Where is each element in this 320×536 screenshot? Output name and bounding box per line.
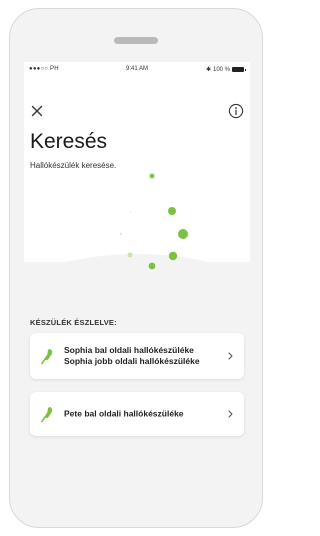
device-names: Pete bal oldali hallókészüléke: [64, 409, 184, 420]
hearing-aid-icon: [41, 407, 53, 423]
device-card[interactable]: Pete bal oldali hallókészüléke: [30, 392, 244, 436]
battery-status: ✱ 100 %: [205, 66, 246, 73]
chevron-right-icon: [228, 352, 233, 360]
hearing-aid-icon: [41, 349, 53, 365]
detected-devices-label: KÉSZÜLÉK ÉSZLELVE:: [30, 318, 117, 327]
phone-speaker: [114, 37, 158, 44]
device-card[interactable]: Sophia bal oldali hallókészüléke Sophia …: [30, 333, 244, 379]
page-title: Keresés: [30, 130, 108, 153]
phone-bottom-bezel: [10, 479, 262, 527]
page-subtitle: Hallókészülék keresése.: [30, 161, 117, 170]
device-name-right: Sophia jobb oldali hallókészüléke: [64, 356, 200, 366]
app-screen: ●●●○○ PH 9:41 AM ✱ 100 % Keresés Hallóké…: [24, 62, 250, 475]
status-bar: ●●●○○ PH 9:41 AM ✱ 100 %: [24, 62, 250, 76]
bluetooth-icon: ✱: [205, 67, 211, 73]
device-name-left: Pete bal oldali hallókészüléke: [64, 408, 184, 419]
phone-frame: ●●●○○ PH 9:41 AM ✱ 100 % Keresés Hallóké…: [9, 8, 263, 528]
info-icon[interactable]: [228, 103, 244, 119]
chevron-right-icon: [228, 410, 233, 418]
battery-icon: [232, 67, 246, 72]
device-names: Sophia bal oldali hallókészüléke Sophia …: [64, 345, 200, 367]
battery-percent: 100 %: [212, 66, 230, 73]
close-icon[interactable]: [30, 104, 44, 118]
device-name-left: Sophia bal oldali hallókészüléke: [64, 345, 194, 355]
